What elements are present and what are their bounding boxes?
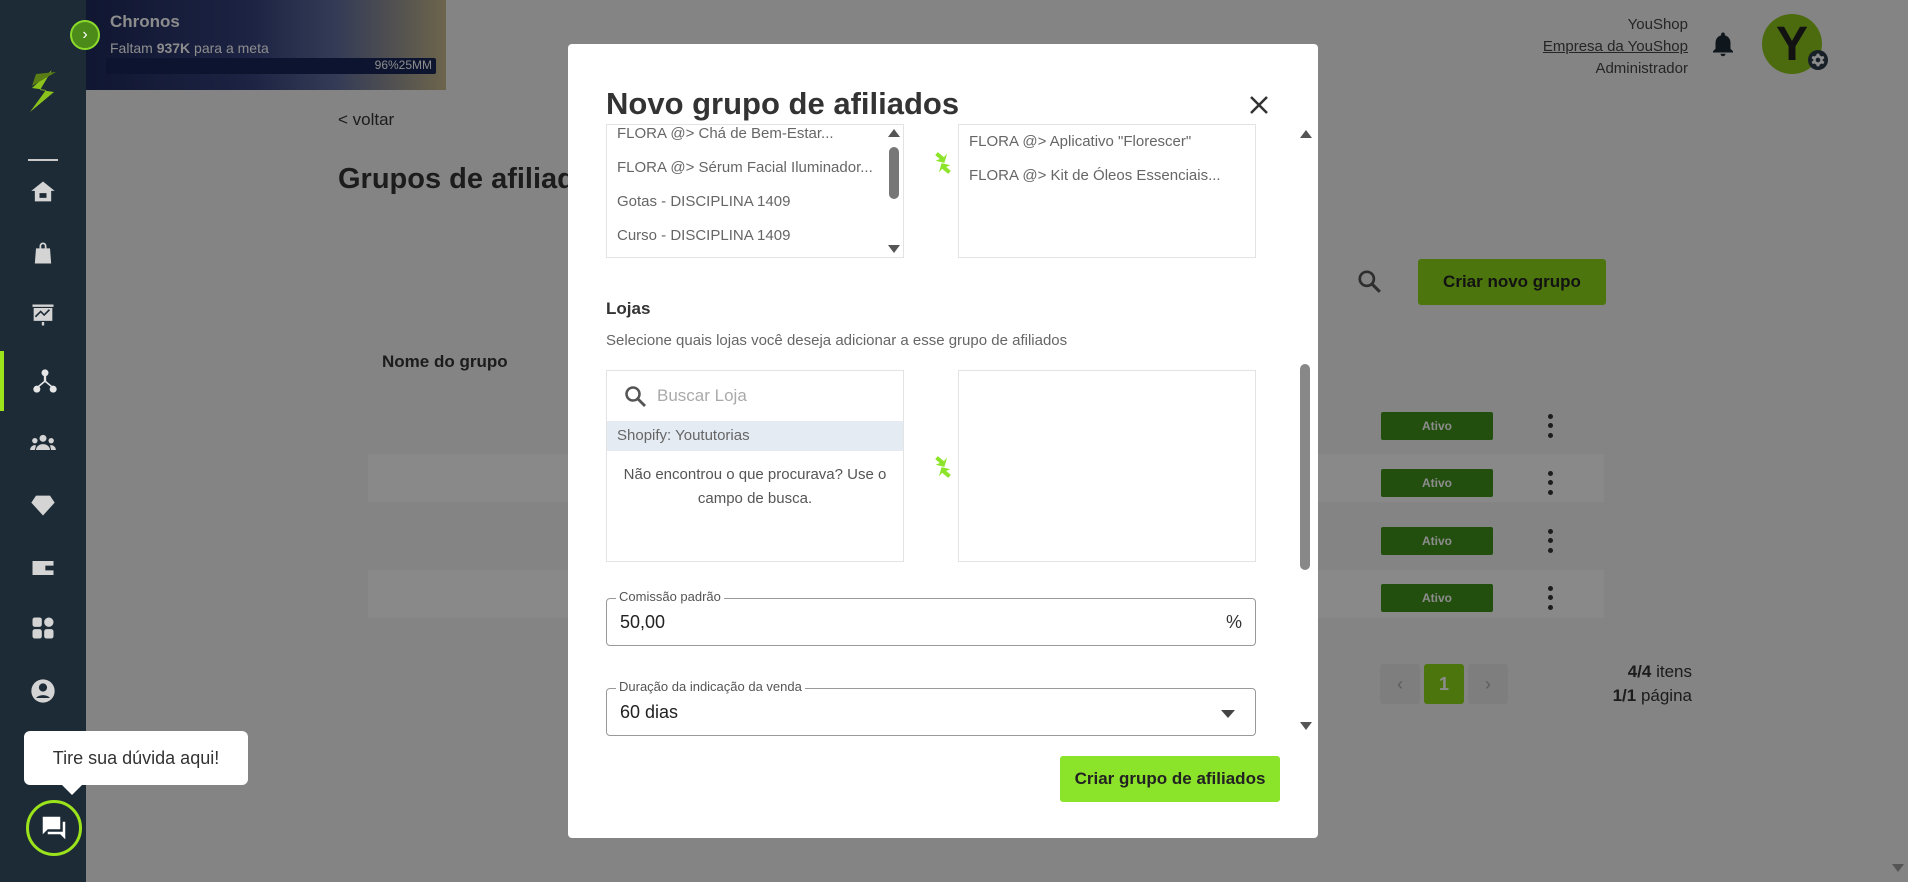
chevron-down-icon[interactable] [1221, 710, 1235, 718]
create-affiliate-group-button[interactable]: Criar grupo de afiliados [1060, 756, 1280, 802]
store-search-input[interactable]: Buscar Loja [607, 371, 903, 421]
stores-description: Selecione quais lojas você deseja adicio… [606, 332, 1068, 349]
stores-label: Lojas [606, 299, 651, 318]
commission-value: 50,00 [620, 612, 666, 632]
list-item[interactable]: FLORA @> Chá de Bem-Estar... [607, 125, 903, 151]
products-list-scrollbar[interactable] [887, 127, 900, 255]
chat-icon [42, 816, 66, 840]
list-item[interactable]: Gotas - DISCIPLINA 1409 [607, 185, 903, 219]
products-available-list: FLORA @> Chá de Bem-Estar... FLORA @> Sé… [606, 124, 904, 258]
modal-title: Novo grupo de afiliados [606, 86, 960, 121]
store-search-placeholder: Buscar Loja [657, 386, 747, 405]
commission-field[interactable]: Comissão padrão 50,00 % [606, 589, 1256, 646]
chevron-right-icon[interactable]: › [70, 20, 100, 50]
transfer-icon[interactable] [930, 454, 956, 480]
commission-label: Comissão padrão [616, 589, 724, 604]
modal-scrollbar[interactable] [1298, 130, 1312, 730]
duration-select[interactable]: Duração da indicação da venda 60 dias [606, 679, 1256, 736]
help-bubble[interactable]: Tire sua dúvida aqui! [24, 731, 248, 795]
list-item[interactable]: Shopify: Yoututorias [607, 421, 903, 451]
banner-overlay: › [70, 0, 446, 90]
list-item[interactable]: Curso - DISCIPLINA 1409 [607, 219, 903, 253]
list-item[interactable]: FLORA @> Sérum Facial Iluminador... [607, 151, 903, 185]
commission-suffix: % [1225, 612, 1242, 632]
products-selected-list: FLORA @> Aplicativo "Florescer" FLORA @>… [958, 124, 1256, 258]
new-group-modal: Novo grupo de afiliados FLORA @> Chá de … [568, 44, 1318, 838]
duration-label: Duração da indicação da venda [616, 679, 805, 694]
chat-button[interactable] [26, 800, 82, 856]
duration-value: 60 dias [620, 702, 679, 722]
close-icon[interactable] [1244, 90, 1274, 120]
transfer-icon[interactable] [930, 150, 956, 176]
stores-available-list: Buscar Loja Shopify: Yoututorias Não enc… [606, 370, 904, 562]
list-item[interactable]: FLORA @> Kit de Óleos Essenciais... [959, 159, 1255, 193]
stores-empty-message: Não encontrou o que procurava? Use o cam… [623, 466, 887, 507]
page-scroll-down-icon[interactable] [1892, 864, 1904, 872]
modal-body: FLORA @> Chá de Bem-Estar... FLORA @> Sé… [568, 124, 1318, 784]
list-item[interactable]: FLORA @> Aplicativo "Florescer" [959, 125, 1255, 159]
search-icon [625, 386, 646, 407]
stores-selected-list [958, 370, 1256, 562]
